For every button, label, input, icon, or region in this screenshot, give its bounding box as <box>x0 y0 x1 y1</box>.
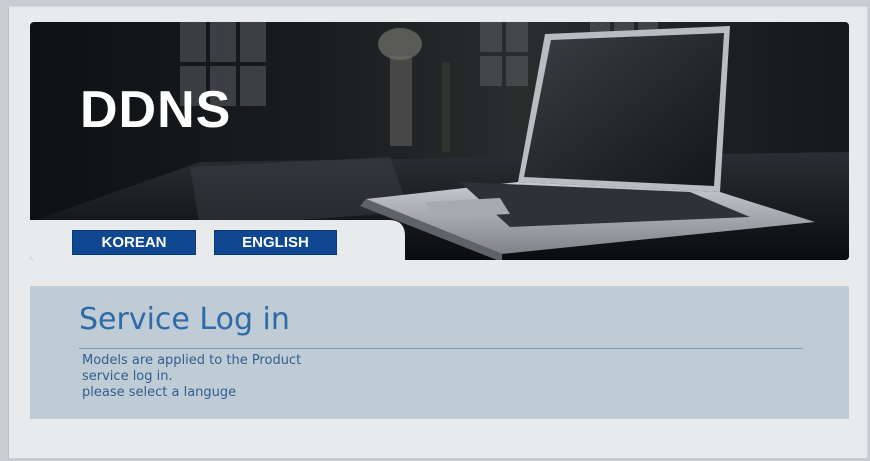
description-line: service log in. <box>82 369 173 384</box>
page: DDNS KOREAN ENGLISH Service Log in Model… <box>8 6 868 458</box>
korean-language-button[interactable]: KOREAN <box>72 230 196 255</box>
english-language-button[interactable]: ENGLISH <box>214 230 337 255</box>
hero-banner: DDNS <box>30 22 849 260</box>
description-line: Models are applied to the Product <box>82 353 302 368</box>
description-line: please select a languge <box>82 385 237 400</box>
service-login-panel: Service Log in Models are applied to the… <box>30 286 849 419</box>
page-title: Service Log in <box>79 302 290 337</box>
title-divider <box>79 348 803 349</box>
login-description: Models are applied to the Product servic… <box>82 353 301 401</box>
laptop-hero-image <box>30 22 849 260</box>
ddns-logo-text: DDNS <box>80 81 232 139</box>
